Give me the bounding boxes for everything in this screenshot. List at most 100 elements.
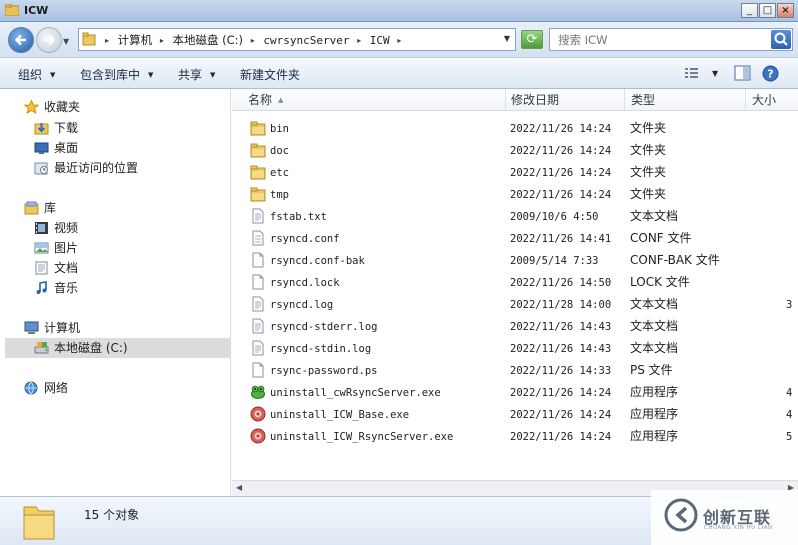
video-icon <box>35 222 48 234</box>
file-type: 文件夹 <box>630 165 667 179</box>
file-date: 2022/11/26 14:43 <box>510 321 612 333</box>
include-in-library-button[interactable]: 包含到库中 ▼ <box>80 66 153 83</box>
recent-places-icon <box>34 162 48 175</box>
refresh-icon: ⟳ <box>526 32 538 47</box>
nav-pictures[interactable]: 图片 <box>34 238 224 258</box>
nav-videos[interactable]: 视频 <box>34 218 224 238</box>
address-dropdown-icon[interactable]: ▼ <box>504 34 510 43</box>
file-name: rsyncd-stdin.log <box>270 343 372 355</box>
nav-desktop[interactable]: 桌面 <box>34 138 224 158</box>
folder-icon <box>250 165 266 180</box>
file-type: 文本文档 <box>630 341 679 355</box>
breadcrumb-cwrsyncserver[interactable]: cwrsyncServer <box>263 34 349 47</box>
file-date: 2009/5/14 7:33 <box>510 255 599 267</box>
breadcrumb: ▸ 计算机 ▸ 本地磁盘 (C:) ▸ cwrsyncServer ▸ ICW … <box>103 32 406 48</box>
organize-button[interactable]: 组织 ▼ <box>18 66 55 83</box>
back-button[interactable] <box>8 27 34 53</box>
column-type[interactable]: 类型 <box>625 89 746 111</box>
download-folder-icon <box>34 123 49 135</box>
column-name[interactable]: 名称 ▲ <box>242 89 506 111</box>
scroll-left-icon[interactable]: ◀ <box>236 483 242 492</box>
file-date: 2022/11/26 14:50 <box>510 277 612 289</box>
file-row[interactable]: etc 2022/11/26 14:24 文件夹 <box>232 161 798 183</box>
file-row[interactable]: uninstall_ICW_RsyncServer.exe 2022/11/26 … <box>232 425 798 447</box>
file-row[interactable]: rsyncd.conf-bak 2009/5/14 7:33 CONF-BAK 文件 <box>232 249 798 271</box>
file-row[interactable]: rsyncd-stderr.log 2022/11/26 14:43 文本文档 <box>232 315 798 337</box>
chevron-down-icon: ▼ <box>210 71 216 79</box>
text-file-icon <box>252 208 264 224</box>
file-type: 文件夹 <box>630 187 667 201</box>
chevron-right-icon[interactable]: ▸ <box>251 36 255 45</box>
column-size[interactable]: 大小 <box>746 89 798 111</box>
share-button[interactable]: 共享 ▼ <box>178 66 215 83</box>
refresh-button[interactable]: ⟳ <box>521 30 543 49</box>
nav-libraries[interactable]: 库 <box>24 198 224 218</box>
file-icon <box>252 274 264 290</box>
forward-button[interactable] <box>36 27 62 53</box>
file-type: 文本文档 <box>630 209 679 223</box>
chevron-right-icon[interactable]: ▸ <box>357 36 361 45</box>
music-icon <box>36 281 47 294</box>
address-box[interactable]: ▸ 计算机 ▸ 本地磁盘 (C:) ▸ cwrsyncServer ▸ ICW … <box>78 28 516 51</box>
file-row[interactable]: tmp 2022/11/26 14:24 文件夹 <box>232 183 798 205</box>
file-date: 2009/10/6 4:50 <box>510 211 599 223</box>
file-row[interactable]: bin 2022/11/26 14:24 文件夹 <box>232 117 798 139</box>
file-row[interactable]: uninstall_ICW_Base.exe 2022/11/26 14:24 应用… <box>232 403 798 425</box>
file-row[interactable]: uninstall_cwRsyncServer.exe 2022/11/26 14… <box>232 381 798 403</box>
nav-recent[interactable]: 最近访问的位置 <box>34 158 224 178</box>
file-name: uninstall_ICW_RsyncServer.exe <box>270 431 454 443</box>
nav-downloads[interactable]: 下载 <box>34 118 224 138</box>
nav-local-disk[interactable]: 本地磁盘 (C:) <box>5 338 231 358</box>
file-date: 2022/11/26 14:24 <box>510 167 612 179</box>
close-button[interactable]: × <box>777 3 794 18</box>
file-name: uninstall_ICW_Base.exe <box>270 409 410 421</box>
search-input[interactable] <box>558 32 768 48</box>
breadcrumb-computer[interactable]: 计算机 <box>118 32 153 48</box>
file-type: 应用程序 <box>630 407 679 421</box>
file-type: LOCK 文件 <box>630 275 690 289</box>
file-date: 2022/11/26 14:24 <box>510 387 612 399</box>
nav-computer[interactable]: 计算机 <box>24 318 224 338</box>
file-row[interactable]: rsync-password.ps 2022/11/26 14:33 PS 文件 <box>232 359 798 381</box>
watermark-subtext: CHUANG XIN HU LIAN <box>704 525 773 531</box>
file-row[interactable]: rsyncd.conf 2022/11/26 14:41 CONF 文件 <box>232 227 798 249</box>
nav-favorites[interactable]: 收藏夹 <box>24 97 224 117</box>
preview-pane-icon[interactable] <box>734 65 751 81</box>
file-row[interactable]: rsyncd.lock 2022/11/26 14:50 LOCK 文件 <box>232 271 798 293</box>
file-type: 文本文档 <box>630 319 679 333</box>
new-folder-button[interactable]: 新建文件夹 <box>240 66 300 83</box>
breadcrumb-icw[interactable]: ICW <box>370 34 390 47</box>
column-date[interactable]: 修改日期 <box>505 89 625 111</box>
history-dropdown-icon[interactable]: ▼ <box>63 37 69 46</box>
chevron-down-icon[interactable]: ▼ <box>712 69 718 78</box>
maximize-button[interactable]: □ <box>759 3 776 18</box>
chevron-right-icon[interactable]: ▸ <box>160 36 164 45</box>
nav-network[interactable]: 网络 <box>24 378 224 398</box>
file-type: PS 文件 <box>630 363 673 377</box>
file-size: 4 <box>786 409 793 421</box>
network-icon <box>24 381 38 395</box>
file-type: 文本文档 <box>630 297 679 311</box>
search-button[interactable] <box>771 30 791 49</box>
help-icon[interactable]: ? <box>762 65 779 82</box>
nav-music[interactable]: 音乐 <box>34 278 224 298</box>
minimize-button[interactable]: _ <box>741 3 758 18</box>
file-row[interactable]: rsyncd.log 2022/11/28 14:00 文本文档 3 <box>232 293 798 315</box>
chevron-right-icon[interactable]: ▸ <box>397 36 401 45</box>
file-row[interactable]: fstab.txt 2009/10/6 4:50 文本文档 <box>232 205 798 227</box>
file-row[interactable]: rsyncd-stdin.log 2022/11/26 14:43 文本文档 <box>232 337 798 359</box>
file-date: 2022/11/26 14:24 <box>510 189 612 201</box>
nav-music-label: 音乐 <box>54 281 79 295</box>
desktop-icon <box>34 142 49 154</box>
nav-libraries-label: 库 <box>44 201 57 215</box>
view-options-icon[interactable] <box>684 65 700 81</box>
picture-icon <box>34 242 49 254</box>
breadcrumb-local-disk[interactable]: 本地磁盘 (C:) <box>173 32 244 48</box>
chevron-right-icon: ▸ <box>105 36 110 45</box>
file-size: 3 <box>786 299 793 311</box>
command-bar: 组织 ▼ 包含到库中 ▼ 共享 ▼ 新建文件夹 ▼ ? <box>0 59 798 89</box>
search-box <box>549 28 793 51</box>
file-type: CONF-BAK 文件 <box>630 253 720 267</box>
file-row[interactable]: doc 2022/11/26 14:24 文件夹 <box>232 139 798 161</box>
nav-documents[interactable]: 文档 <box>34 258 224 278</box>
